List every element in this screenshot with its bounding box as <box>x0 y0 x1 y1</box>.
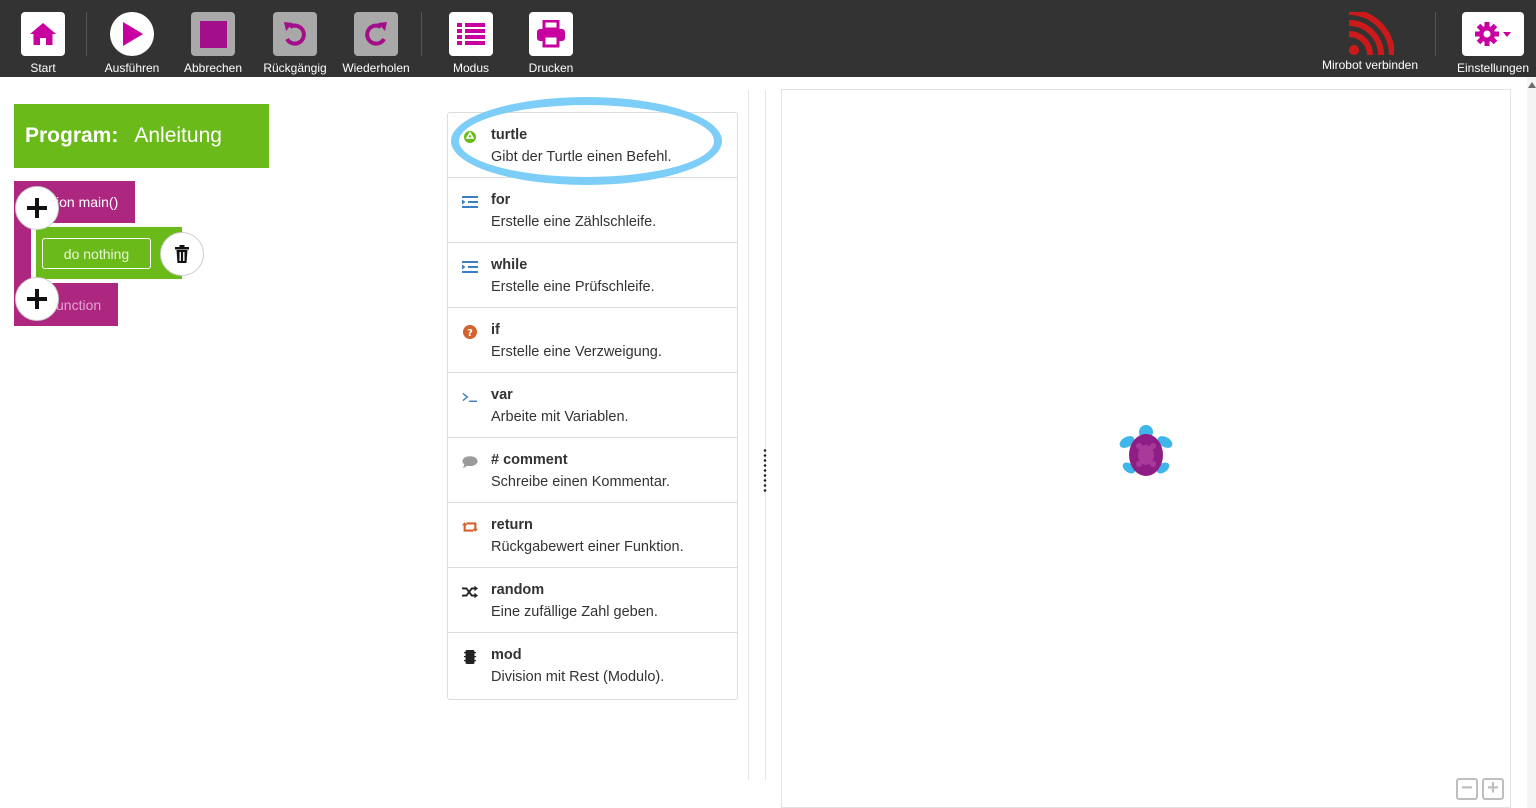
command-item-var[interactable]: var Arbeite mit Variablen. <box>448 373 737 438</box>
add-statement-button-bottom[interactable] <box>15 277 59 321</box>
question-circle-icon: ? <box>462 324 478 340</box>
command-item-if[interactable]: ? if Erstelle eine Verzweigung. <box>448 308 737 373</box>
svg-text:?: ? <box>467 328 473 339</box>
command-description: Erstelle eine Zählschleife. <box>491 214 657 230</box>
undo-button[interactable]: Rückgängig <box>255 12 335 75</box>
main-function-label: ion main() <box>56 194 119 210</box>
recycle-icon <box>462 129 478 145</box>
command-name: while <box>491 257 528 273</box>
scroll-up-arrow-icon[interactable] <box>1528 82 1536 88</box>
zoom-out-button[interactable]: − <box>1456 778 1478 800</box>
command-name: mod <box>491 647 522 663</box>
start-button[interactable]: Start <box>3 12 83 75</box>
redo-label: Wiederholen <box>342 61 410 75</box>
toolbar-divider <box>421 12 422 56</box>
toolbar-divider <box>1435 12 1436 56</box>
function-end-label: unction <box>56 296 102 313</box>
run-button[interactable]: Ausführen <box>92 12 172 75</box>
mirobot-label: Mirobot verbinden <box>1321 58 1419 72</box>
list-icon <box>449 12 493 56</box>
command-item-turtle[interactable]: turtle Gibt der Turtle einen Befehl. <box>448 113 737 178</box>
print-label: Drucken <box>528 61 574 75</box>
panel-divider <box>765 90 766 780</box>
settings-label: Einstellungen <box>1456 61 1530 75</box>
gear-icon <box>1462 12 1524 56</box>
command-name: random <box>491 582 545 598</box>
zoom-in-button[interactable]: + <box>1482 778 1504 800</box>
command-description: Erstelle eine Prüfschleife. <box>491 279 655 295</box>
wifi-signal-icon <box>1346 9 1395 58</box>
play-icon <box>110 12 154 56</box>
command-name: var <box>491 387 513 403</box>
command-name: for <box>491 192 511 208</box>
resize-handle[interactable] <box>763 448 767 494</box>
command-description: Arbeite mit Variablen. <box>491 409 629 425</box>
redo-button[interactable]: Wiederholen <box>336 12 416 75</box>
redo-icon <box>354 12 398 56</box>
program-label: Program: <box>25 124 119 147</box>
plus-icon <box>27 198 47 218</box>
command-item-while[interactable]: while Erstelle eine Prüfschleife. <box>448 243 737 308</box>
do-nothing-button[interactable]: do nothing <box>42 238 151 269</box>
page-scrollbar[interactable] <box>1527 77 1536 808</box>
trash-icon <box>175 245 189 263</box>
chip-icon <box>462 649 478 665</box>
plus-icon <box>27 289 47 309</box>
home-icon <box>21 12 65 56</box>
command-item-for[interactable]: for Erstelle eine Zählschleife. <box>448 178 737 243</box>
command-name: if <box>491 322 500 338</box>
stop-button[interactable]: Abbrechen <box>173 12 253 75</box>
program-name[interactable]: Anleitung <box>134 124 222 148</box>
command-description: Erstelle eine Verzweigung. <box>491 344 662 360</box>
command-item-mod[interactable]: mod Division mit Rest (Modulo). <box>448 633 737 698</box>
command-description: Division mit Rest (Modulo). <box>491 669 665 685</box>
command-name: # comment <box>491 452 568 468</box>
run-label: Ausführen <box>104 61 160 75</box>
command-description: Gibt der Turtle einen Befehl. <box>491 149 672 165</box>
mode-button[interactable]: Modus <box>431 12 511 75</box>
panel-divider <box>748 90 749 780</box>
command-item-random[interactable]: random Eine zufällige Zahl geben. <box>448 568 737 633</box>
terminal-icon <box>462 389 478 405</box>
indent-icon <box>462 259 478 275</box>
command-description: Rückgabewert einer Funktion. <box>491 539 684 555</box>
retweet-icon <box>462 519 478 535</box>
command-name: return <box>491 517 533 533</box>
command-list: turtle Gibt der Turtle einen Befehl. for… <box>447 112 738 700</box>
function-body-spine <box>14 223 31 283</box>
command-description: Eine zufällige Zahl geben. <box>491 604 658 620</box>
toolbar-divider <box>86 12 87 56</box>
turtle-sprite <box>1119 425 1173 476</box>
undo-icon <box>273 12 317 56</box>
command-name: turtle <box>491 127 528 143</box>
comment-icon <box>462 454 478 470</box>
indent-icon <box>462 194 478 210</box>
program-title: Program: Anleitung <box>14 104 269 168</box>
stop-icon <box>191 12 235 56</box>
stop-label: Abbrechen <box>183 61 243 75</box>
settings-button[interactable]: Einstellungen <box>1453 12 1533 75</box>
delete-statement-button[interactable] <box>160 232 204 276</box>
mirobot-connect-button[interactable]: Mirobot verbinden <box>1320 9 1420 72</box>
shuffle-icon <box>462 584 478 600</box>
start-label: Start <box>30 61 56 75</box>
toolbar: Start Ausführen Abbrechen Rückgängig Wie… <box>0 0 1536 77</box>
print-button[interactable]: Drucken <box>511 12 591 75</box>
command-description: Schreibe einen Kommentar. <box>491 474 670 490</box>
command-item-comment[interactable]: # comment Schreibe einen Kommentar. <box>448 438 737 503</box>
mode-label: Modus <box>452 61 490 75</box>
undo-label: Rückgängig <box>263 61 327 75</box>
add-statement-button-top[interactable] <box>15 186 59 230</box>
print-icon <box>529 12 573 56</box>
command-item-return[interactable]: return Rückgabewert einer Funktion. <box>448 503 737 568</box>
